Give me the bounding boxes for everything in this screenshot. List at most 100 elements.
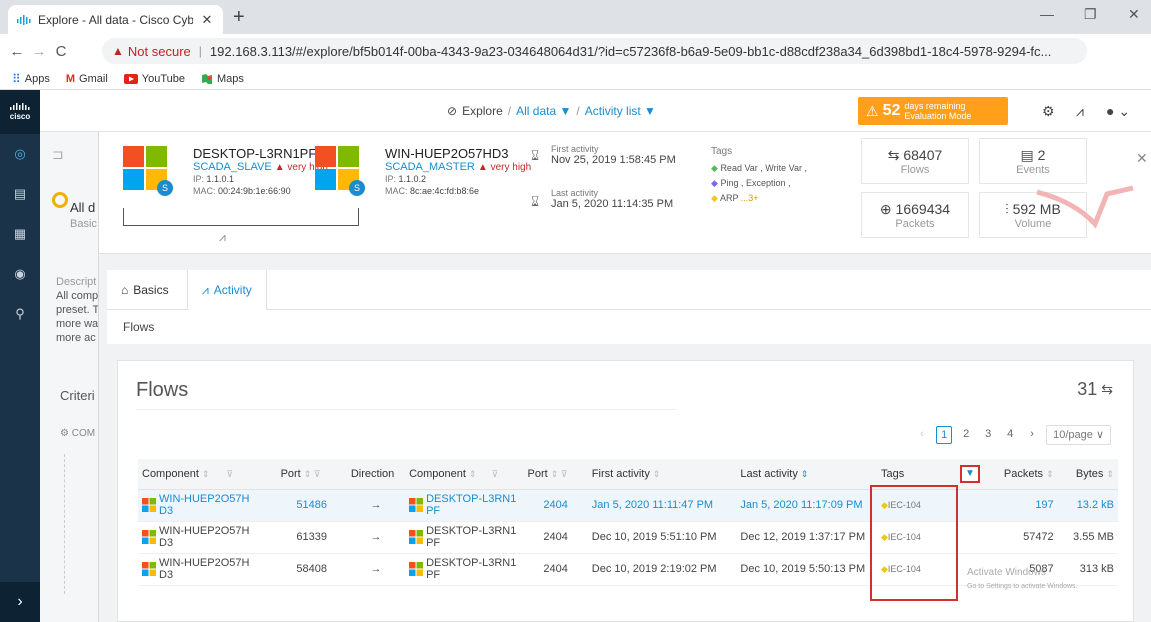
sort-icon[interactable]: ⇕ — [801, 469, 809, 479]
sort-icon[interactable]: ⇕ ⊽ — [551, 469, 568, 479]
events-nav-icon[interactable]: ▦ — [0, 214, 40, 254]
col-port-src[interactable]: Port ⇕ ⊽ — [276, 459, 347, 490]
page-2[interactable]: 2 — [958, 426, 974, 444]
cell-dst-component[interactable]: DESKTOP-L3RN1 PF — [405, 553, 524, 586]
page-prev[interactable]: ‹ — [914, 426, 930, 444]
tags-label: Tags — [711, 146, 733, 157]
search-nav-icon[interactable]: ⚲ — [0, 294, 40, 334]
minimize-icon[interactable]: — — [1040, 6, 1054, 22]
user-avatar-icon[interactable]: ● ⌄ — [1106, 103, 1130, 120]
tags-line2: Ping , Exception , — [720, 178, 791, 188]
pagination: ‹ 1 2 3 4 › 10/page ∨ — [914, 425, 1111, 445]
tag-icon: ◆ — [711, 178, 718, 188]
cell-dst-component[interactable]: DESKTOP-L3RN1 PF — [405, 489, 524, 522]
browser-tab[interactable]: Explore - All data - Cisco Cyber V ✕ — [8, 5, 223, 34]
dst-name: DESKTOP-L3RN1 — [426, 525, 517, 537]
cell-bytes: 3.55 MB — [1057, 521, 1118, 554]
col-first-activity[interactable]: First activity ⇕ — [587, 459, 737, 490]
col-packets[interactable]: Packets ⇕ — [989, 459, 1058, 490]
expand-sidebar-icon[interactable]: › — [0, 582, 40, 622]
last-activity-label: Last activity — [551, 188, 599, 198]
component-b-name[interactable]: WIN-HUEP2O57HD3 — [385, 146, 531, 161]
pulse-icon: ⩘ — [202, 282, 209, 297]
cell-src-port[interactable]: 51486 — [276, 489, 347, 522]
page-1[interactable]: 1 — [936, 426, 953, 444]
col-component-dst[interactable]: Component ⇕ ⊽ — [405, 459, 524, 490]
forward-icon[interactable]: → — [28, 43, 50, 60]
evaluation-badge[interactable]: ⚠ 52 days remaining Evaluation Mode — [858, 97, 1008, 125]
tags-filter-button[interactable]: ▼ — [960, 465, 980, 483]
component-a-name[interactable]: DESKTOP-L3RN1PF — [193, 146, 328, 161]
restore-icon[interactable]: ❐ — [1084, 6, 1097, 23]
bookmark-apps[interactable]: ⠿ Apps — [12, 72, 50, 86]
cell-dst-port[interactable]: 2404 — [523, 489, 588, 522]
sort-icon[interactable]: ⇕ — [469, 469, 477, 479]
page-4[interactable]: 4 — [1002, 426, 1018, 444]
eval-line1: days remaining — [904, 101, 966, 111]
page-3[interactable]: 3 — [980, 426, 996, 444]
sort-icon[interactable]: ⇕ — [653, 469, 661, 479]
close-drawer-icon[interactable]: ✕ — [1136, 150, 1148, 167]
bookmark-gmail[interactable]: M Gmail — [66, 73, 108, 85]
component-link-line — [123, 208, 359, 226]
src-name-2: D3 — [159, 537, 174, 549]
component-a-mac: 00:24:9b:1e:66:90 — [218, 186, 291, 196]
bookmark-label: Maps — [217, 72, 244, 85]
cell-last-activity[interactable]: Jan 5, 2020 11:17:09 PM — [736, 489, 877, 522]
filter-icon[interactable]: ⊽ — [492, 469, 499, 479]
tab-activity[interactable]: ⩘ Activity — [187, 270, 267, 310]
cell-direction: → — [346, 489, 406, 522]
component-a[interactable]: S DESKTOP-L3RN1PF SCADA_SLAVE ▲ very hig… — [123, 146, 328, 197]
cell-packets[interactable]: 197 — [989, 489, 1058, 522]
bookmark-youtube[interactable]: YouTube — [123, 73, 185, 85]
sort-icon[interactable]: ⇕ ⊽ — [304, 469, 321, 479]
cell-src-component[interactable]: WIN-HUEP2O57H D3 — [138, 553, 277, 586]
new-tab-button[interactable]: + — [233, 6, 245, 28]
col-component-src[interactable]: Component ⇕ ⊽ — [138, 459, 277, 490]
watermark-line1: Activate Windows — [967, 567, 1046, 578]
tab-close-icon[interactable]: ✕ — [199, 12, 215, 28]
warning-icon: ▲ — [112, 44, 124, 58]
breadcrumb-separator: / — [507, 104, 512, 118]
window-close-icon[interactable]: ✕ — [1128, 6, 1140, 23]
table-row[interactable]: WIN-HUEP2O57H D3 61339 → DESKTOP-L3RN1 PF … — [138, 521, 1118, 554]
breadcrumb-explore[interactable]: Explore — [462, 104, 503, 118]
back-icon[interactable]: ← — [6, 43, 28, 60]
sort-icon[interactable]: ⇕ — [1046, 469, 1054, 479]
src-name-2: D3 — [159, 505, 174, 517]
tab-basics[interactable]: ⌂ Basics — [107, 270, 183, 310]
dst-name-2: PF — [426, 505, 441, 517]
page-next[interactable]: › — [1024, 426, 1040, 444]
breadcrumb-all-data[interactable]: All data ▼ — [516, 104, 571, 118]
bookmark-maps[interactable]: Maps — [201, 73, 244, 85]
sort-icon[interactable]: ⇕ — [202, 469, 210, 479]
cell-src-component[interactable]: WIN-HUEP2O57H D3 — [138, 489, 277, 522]
stat-events-value: 2 — [1037, 146, 1046, 163]
reports-nav-icon[interactable]: ▤ — [0, 174, 40, 214]
col-last-activity[interactable]: Last activity ⇕ — [736, 459, 877, 490]
reload-icon[interactable]: C — [50, 43, 72, 60]
address-bar[interactable]: ▲ Not secure | 192.168.3.113/#/explore/b… — [102, 38, 1087, 64]
windows-logo-icon: S — [315, 146, 365, 197]
component-b[interactable]: S WIN-HUEP2O57HD3 SCADA_MASTER ▲ very hi… — [315, 146, 531, 197]
page-size-select[interactable]: 10/page ∨ — [1046, 425, 1111, 445]
filter-icon[interactable]: ⊽ — [227, 469, 234, 479]
cell-src-component[interactable]: WIN-HUEP2O57H D3 — [138, 521, 277, 554]
col-direction[interactable]: Direction — [346, 459, 406, 490]
section-label: Flows — [123, 320, 155, 334]
breadcrumb-activity-list[interactable]: Activity list ▼ — [585, 104, 656, 118]
cell-first-activity: Dec 10, 2019 2:19:02 PM — [587, 553, 737, 586]
col-port-dst[interactable]: Port ⇕ ⊽ — [523, 459, 588, 490]
cell-bytes[interactable]: 13.2 kB — [1057, 489, 1118, 522]
col-bytes[interactable]: Bytes ⇕ — [1057, 459, 1118, 490]
tags-more-link[interactable]: ...3+ — [741, 193, 759, 203]
sort-icon[interactable]: ⇕ — [1106, 469, 1114, 479]
table-row[interactable]: WIN-HUEP2O57H D3 51486 → DESKTOP-L3RN1 PF … — [138, 489, 1118, 522]
cell-dst-component[interactable]: DESKTOP-L3RN1 PF — [405, 521, 524, 554]
monitor-nav-icon[interactable]: ◉ — [0, 254, 40, 294]
explore-nav-icon[interactable]: ◎ — [0, 134, 40, 174]
cisco-favicon-icon — [16, 14, 32, 26]
cell-first-activity[interactable]: Jan 5, 2020 11:11:47 PM — [587, 489, 737, 522]
chart-icon[interactable]: ⩘ — [1076, 103, 1084, 120]
settings-gear-icon[interactable]: ⚙ — [1042, 103, 1055, 120]
